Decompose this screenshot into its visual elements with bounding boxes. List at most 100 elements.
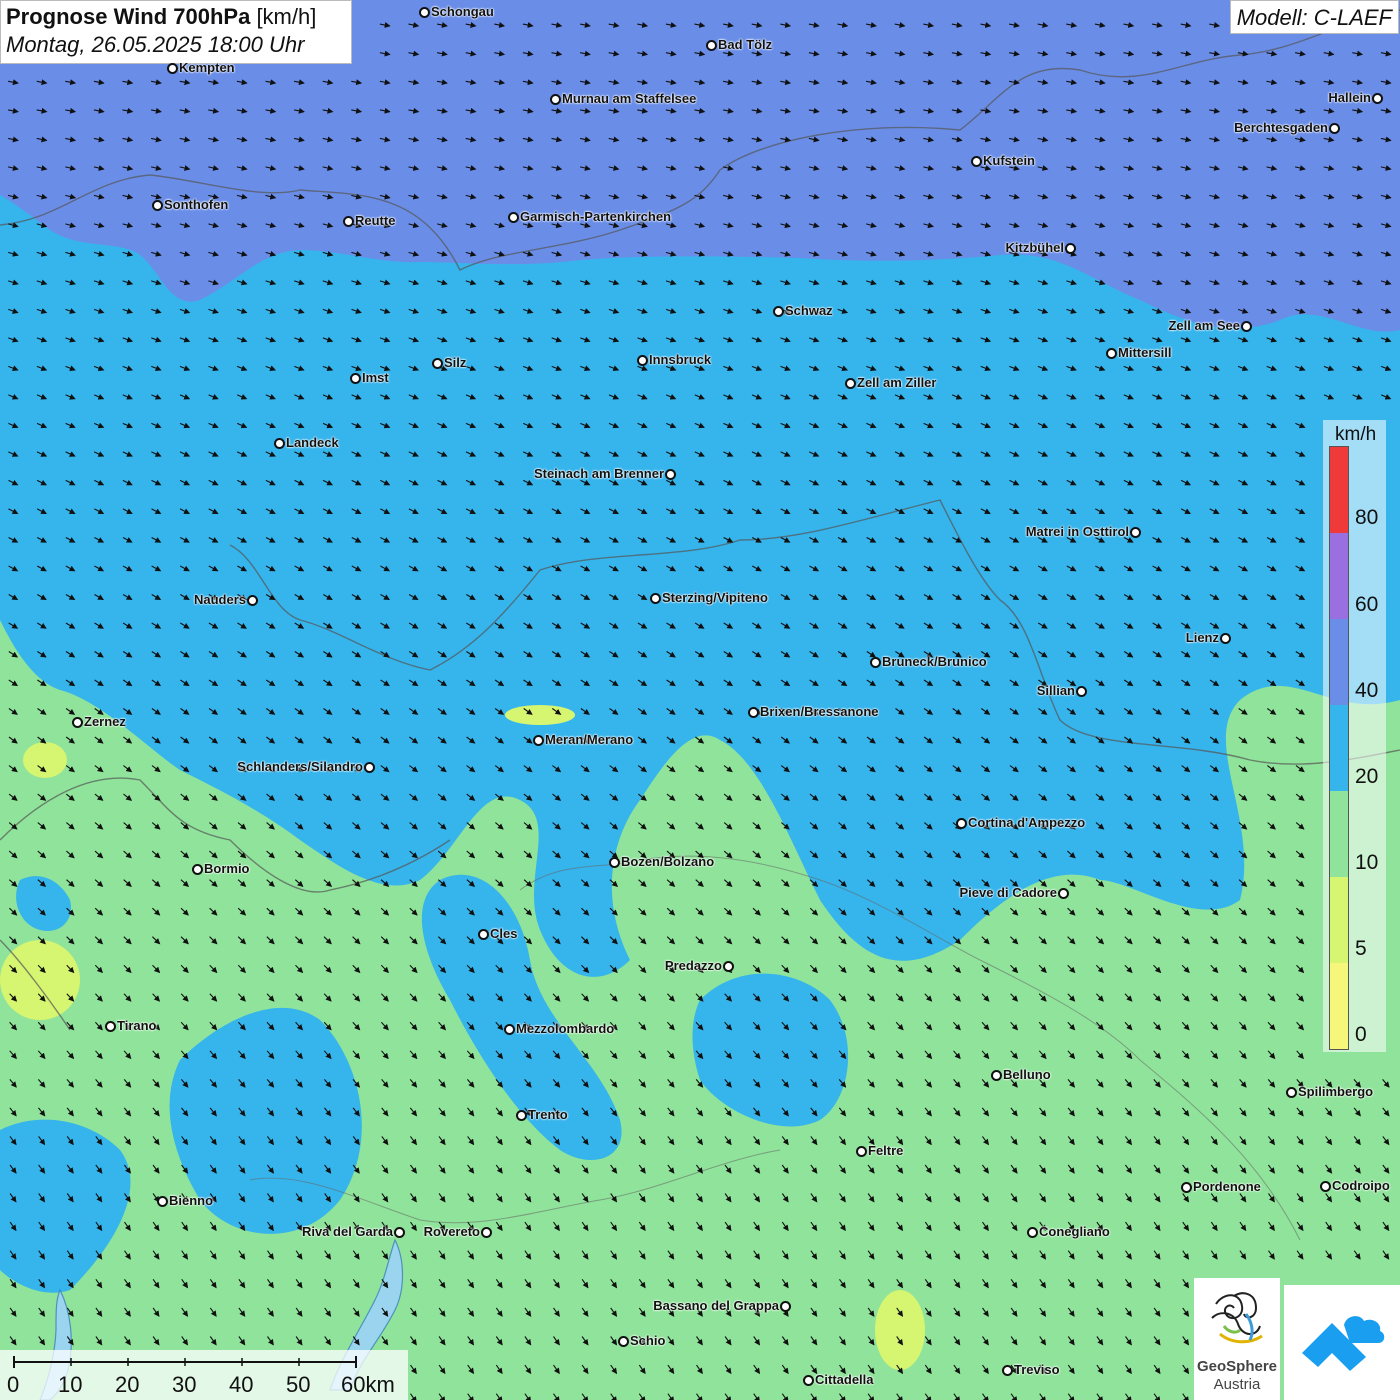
city-label: Predazzo — [665, 958, 735, 973]
city-name: Matrei in Osttirol — [1025, 524, 1129, 539]
city-name: Spilimbergo — [1298, 1084, 1374, 1099]
city-marker-icon — [432, 358, 443, 370]
city-name: Mittersill — [1118, 345, 1172, 360]
city-label: Pieve di Cadore — [959, 885, 1070, 900]
city-marker-icon — [1241, 321, 1252, 333]
city-marker-icon — [1058, 888, 1069, 900]
city-name: Sillian — [1036, 683, 1075, 698]
city-label: Bozen/Bolzano — [608, 854, 714, 869]
city-marker-icon — [167, 63, 178, 75]
legend-seg-20-40 — [1330, 705, 1348, 791]
city-marker-icon — [1181, 1182, 1192, 1194]
city-marker-icon — [516, 1110, 527, 1122]
city-name: Meran/Merano — [545, 732, 634, 747]
city-marker-icon — [394, 1227, 405, 1239]
city-name: Bad Tölz — [718, 37, 773, 52]
legend-seg-80plus — [1330, 447, 1348, 533]
city-marker-icon — [845, 378, 856, 390]
city-marker-icon — [192, 864, 203, 876]
city-marker-icon — [1220, 633, 1231, 645]
city-label: Zell am Ziller — [844, 375, 936, 390]
city-name: Schwaz — [785, 303, 833, 318]
wind-field-5-10 — [875, 1290, 925, 1370]
city-label: Mittersill — [1105, 345, 1171, 360]
forecast-datetime: Montag, 26.05.2025 18:00 Uhr — [6, 32, 305, 57]
city-label: Meran/Merano — [532, 732, 633, 747]
city-marker-icon — [1002, 1365, 1013, 1377]
city-label: Silz — [431, 355, 466, 370]
city-marker-icon — [956, 818, 967, 830]
city-marker-icon — [856, 1146, 867, 1158]
title-box: Prognose Wind 700hPa [km/h] Montag, 26.0… — [0, 0, 352, 64]
city-label: Feltre — [855, 1143, 903, 1158]
city-marker-icon — [247, 595, 258, 607]
city-name: Imst — [362, 370, 389, 385]
city-name: Murnau am Staffelsee — [562, 91, 697, 106]
city-name: Pordenone — [1193, 1179, 1261, 1194]
city-marker-icon — [1320, 1181, 1331, 1193]
city-label: Berchtesgaden — [1234, 120, 1341, 135]
city-label: Kitzbühel — [1006, 240, 1078, 255]
city-label: Cortina d'Ampezzo — [955, 815, 1085, 830]
city-name: Steinach am Brenner — [533, 466, 664, 481]
color-legend: km/h 80 60 40 20 10 5 0 — [1323, 420, 1386, 1052]
city-label: Sterzing/Vipiteno — [649, 590, 768, 605]
city-name: Trento — [528, 1107, 568, 1122]
city-label: Imst — [349, 370, 389, 385]
city-name: Garmisch-Partenkirchen — [520, 209, 672, 224]
city-name: Cortina d'Ampezzo — [968, 815, 1086, 830]
city-label: Sillian — [1037, 683, 1088, 698]
city-label: Schongau — [418, 4, 494, 19]
city-name: Bruneck/Brunico — [882, 654, 987, 669]
city-label: Schlanders/Silandro — [237, 759, 376, 774]
weather-app-logo[interactable] — [1284, 1285, 1400, 1400]
city-name: Kufstein — [983, 153, 1035, 168]
city-name: Cles — [490, 926, 518, 941]
city-marker-icon — [274, 438, 285, 450]
scale-bar: 0 10 20 30 40 50 60km — [0, 1350, 408, 1400]
city-marker-icon — [803, 1375, 814, 1387]
city-label: Brixen/Bressanone — [747, 704, 879, 719]
legend-seg-5-10 — [1330, 877, 1348, 963]
city-label: Tirano — [104, 1018, 157, 1033]
city-name: Hallein — [1328, 90, 1371, 105]
geosphere-logo[interactable]: GeoSphere Austria — [1194, 1278, 1280, 1400]
city-label: Hallein — [1328, 90, 1384, 105]
city-marker-icon — [1076, 686, 1087, 698]
city-label: Garmisch-Partenkirchen — [507, 209, 671, 224]
city-name: Sonthofen — [164, 197, 229, 212]
logo-name-line1: GeoSphere — [1196, 1358, 1278, 1375]
legend-label-40: 40 — [1355, 679, 1379, 702]
scale-label-10: 10 — [58, 1372, 83, 1397]
legend-color-bar — [1329, 446, 1349, 1050]
city-label: Zernez — [71, 714, 126, 729]
city-name: Berchtesgaden — [1234, 120, 1328, 135]
scale-label-30: 30 — [172, 1372, 197, 1397]
scale-label-0: 0 — [7, 1372, 20, 1397]
city-label: Steinach am Brenner — [534, 466, 677, 481]
city-marker-icon — [157, 1196, 168, 1208]
scale-label-40: 40 — [229, 1372, 254, 1397]
city-marker-icon — [1106, 348, 1117, 360]
legend-label-80: 80 — [1355, 506, 1379, 529]
scale-label-20: 20 — [115, 1372, 140, 1397]
city-label: Riva del Garda — [302, 1224, 406, 1239]
city-label: Bruneck/Brunico — [869, 654, 987, 669]
city-marker-icon — [152, 200, 163, 212]
legend-label-5: 5 — [1355, 937, 1367, 960]
legend-seg-0-5 — [1330, 963, 1348, 1049]
city-marker-icon — [650, 593, 661, 605]
wind-forecast-map-view: Prognose Wind 700hPa [km/h] Montag, 26.0… — [0, 0, 1400, 1400]
city-name: Belluno — [1003, 1067, 1051, 1082]
city-marker-icon — [508, 212, 519, 224]
city-name: Mezzolombardo — [516, 1021, 615, 1036]
city-name: Nauders — [193, 592, 246, 607]
city-name: Cittadella — [815, 1372, 874, 1387]
city-label: Bad Tölz — [705, 37, 772, 52]
city-name: Feltre — [868, 1143, 904, 1158]
city-marker-icon — [773, 306, 784, 318]
city-label: Conegliano — [1026, 1224, 1110, 1239]
city-marker-icon — [1372, 93, 1383, 105]
city-marker-icon — [105, 1021, 116, 1033]
city-name: Codroipo — [1332, 1178, 1390, 1193]
